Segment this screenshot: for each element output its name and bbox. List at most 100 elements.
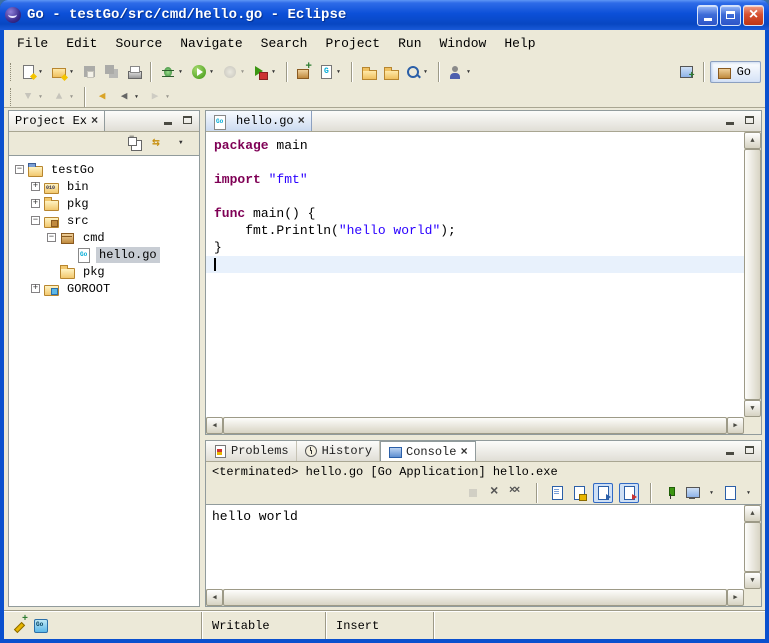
maximize-button[interactable] — [720, 5, 741, 26]
scroll-down-button[interactable] — [744, 400, 761, 417]
menu-project[interactable]: Project — [316, 33, 389, 54]
search-button[interactable] — [402, 60, 433, 84]
minimize-button[interactable] — [697, 5, 718, 26]
code-area[interactable]: package mainimport "fmt"func main() { fm… — [206, 132, 744, 417]
tree-item-cmd[interactable]: −cmd — [9, 229, 199, 246]
code-line[interactable]: func main() { — [206, 205, 744, 222]
scrollbar-thumb[interactable] — [223, 417, 727, 434]
remove-launch-icon[interactable] — [487, 485, 503, 501]
link-with-editor-icon[interactable] — [151, 135, 167, 151]
editor-vertical-scrollbar[interactable] — [744, 132, 761, 417]
menu-help[interactable]: Help — [495, 33, 544, 54]
menu-source[interactable]: Source — [106, 33, 171, 54]
open-resource-button[interactable] — [358, 60, 380, 84]
open-console-icon[interactable] — [722, 485, 738, 501]
collapse-toggle-icon[interactable]: − — [31, 216, 40, 225]
dropdown-arrow-icon[interactable] — [132, 94, 141, 100]
scroll-left-button[interactable] — [206, 417, 223, 434]
forward-button[interactable]: ▶ — [144, 88, 175, 106]
open-type-button[interactable] — [380, 60, 402, 84]
menu-edit[interactable]: Edit — [57, 33, 106, 54]
minimize-view-button[interactable] — [160, 114, 176, 128]
tree-item-bin[interactable]: +bin — [9, 178, 199, 195]
collapse-toggle-icon[interactable]: − — [47, 233, 56, 242]
title-bar[interactable]: Go - testGo/src/cmd/hello.go - Eclipse — [0, 0, 769, 30]
terminate-icon[interactable] — [465, 485, 481, 501]
toolbar-drag-handle[interactable] — [10, 88, 13, 106]
dropdown-arrow-icon[interactable] — [269, 69, 278, 75]
menu-run[interactable]: Run — [389, 33, 430, 54]
toolbar-drag-handle[interactable] — [10, 63, 13, 81]
dropdown-arrow-icon[interactable] — [36, 69, 45, 75]
menu-navigate[interactable]: Navigate — [171, 33, 251, 54]
back-button[interactable]: ◀ — [113, 88, 144, 106]
profile-button[interactable] — [219, 60, 250, 84]
close-view-icon[interactable] — [460, 445, 467, 459]
menu-search[interactable]: Search — [252, 33, 317, 54]
code-line[interactable] — [206, 256, 744, 273]
tree-item-hello.go[interactable]: hello.go — [9, 246, 199, 263]
dropdown-arrow-icon[interactable] — [36, 94, 45, 100]
show-stdout-toggle[interactable] — [593, 483, 613, 503]
console-vertical-scrollbar[interactable] — [744, 505, 761, 589]
team-button[interactable] — [445, 60, 476, 84]
tab-console[interactable]: Console — [380, 441, 476, 461]
tab-history[interactable]: History — [297, 441, 380, 461]
code-line[interactable] — [206, 188, 744, 205]
new-project-button[interactable] — [48, 60, 79, 84]
collapse-all-icon[interactable] — [127, 135, 143, 151]
run-button[interactable] — [188, 60, 219, 84]
code-line[interactable]: } — [206, 239, 744, 256]
view-menu-icon[interactable] — [175, 135, 191, 151]
scroll-up-button[interactable] — [744, 132, 761, 149]
last-edit-location-button[interactable]: ◀ — [91, 88, 113, 106]
console-output-area[interactable]: hello world — [206, 504, 761, 606]
tree-item-pkg[interactable]: pkg — [9, 263, 199, 280]
scroll-down-button[interactable] — [744, 572, 761, 589]
dropdown-arrow-icon[interactable] — [67, 94, 76, 100]
minimize-editor-button[interactable] — [722, 114, 738, 128]
maximize-editor-button[interactable] — [741, 114, 757, 128]
dropdown-arrow-icon[interactable] — [744, 490, 753, 496]
external-tools-button[interactable] — [250, 60, 281, 84]
save-button[interactable] — [79, 60, 101, 84]
fast-view-icon[interactable] — [12, 618, 27, 633]
next-annotation-button[interactable]: ▼ — [17, 88, 48, 106]
print-button[interactable] — [123, 60, 145, 84]
editor-horizontal-scrollbar[interactable] — [206, 417, 744, 434]
tab-project-explorer[interactable]: Project Ex — [9, 111, 105, 131]
open-perspective-button[interactable] — [676, 60, 698, 84]
tree-item-GOROOT[interactable]: +GOROOT — [9, 280, 199, 297]
close-button[interactable] — [743, 5, 764, 26]
new-go-element-button[interactable] — [315, 60, 346, 84]
dropdown-arrow-icon[interactable] — [707, 490, 716, 496]
dropdown-arrow-icon[interactable] — [207, 69, 216, 75]
dropdown-arrow-icon[interactable] — [334, 69, 343, 75]
tree-item-testGo[interactable]: −testGo — [9, 161, 199, 178]
expand-toggle-icon[interactable]: + — [31, 284, 40, 293]
tree-item-src[interactable]: −src — [9, 212, 199, 229]
dropdown-arrow-icon[interactable] — [176, 69, 185, 75]
code-line[interactable] — [206, 154, 744, 171]
tab-hello-go[interactable]: hello.go — [206, 111, 312, 131]
remove-all-launches-icon[interactable] — [509, 485, 525, 501]
collapse-toggle-icon[interactable]: − — [15, 165, 24, 174]
code-line[interactable]: package main — [206, 137, 744, 154]
maximize-console-button[interactable] — [741, 444, 757, 458]
scroll-lock-icon[interactable] — [571, 485, 587, 501]
new-wizard-button[interactable] — [17, 60, 48, 84]
dropdown-arrow-icon[interactable] — [238, 69, 247, 75]
show-stderr-toggle[interactable] — [619, 483, 639, 503]
code-line[interactable]: import "fmt" — [206, 171, 744, 188]
expand-toggle-icon[interactable]: + — [31, 199, 40, 208]
close-editor-icon[interactable] — [298, 114, 305, 128]
maximize-view-button[interactable] — [179, 114, 195, 128]
scroll-up-button[interactable] — [744, 505, 761, 522]
perspective-go-button[interactable]: Go — [710, 61, 761, 83]
close-view-icon[interactable] — [91, 114, 98, 128]
pin-console-icon[interactable] — [663, 485, 679, 501]
scrollbar-thumb[interactable] — [744, 149, 761, 400]
menu-window[interactable]: Window — [431, 33, 496, 54]
tree-item-pkg[interactable]: +pkg — [9, 195, 199, 212]
previous-annotation-button[interactable]: ▲ — [48, 88, 79, 106]
